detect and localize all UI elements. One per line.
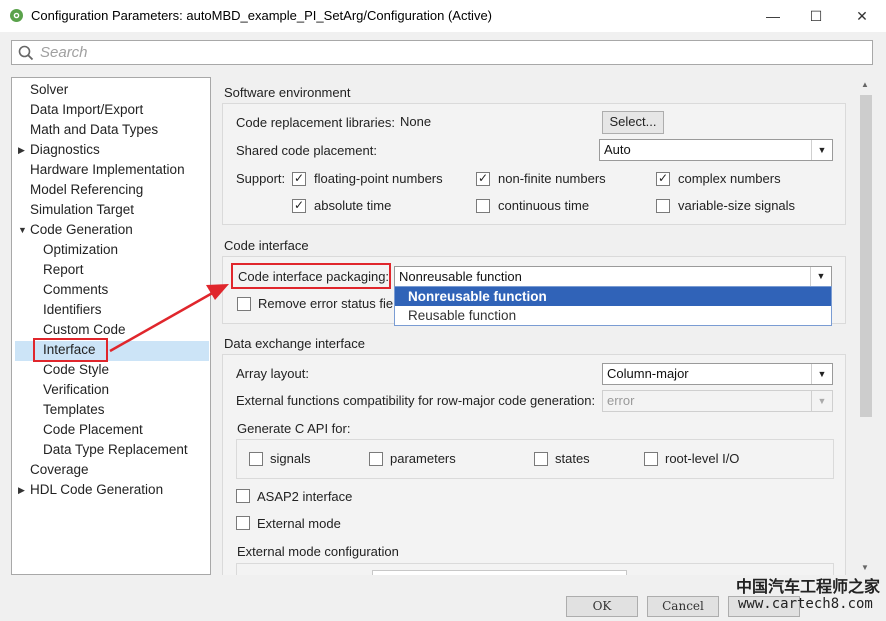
gear-cog-icon <box>10 9 23 22</box>
section-title-code-interface: Code interface <box>224 238 309 253</box>
expand-arrow-right-icon[interactable]: ▶ <box>18 145 28 156</box>
tree-item-hardware-implementation[interactable]: Hardware Implementation <box>30 160 185 180</box>
c-api-label: Generate C API for: <box>237 421 351 436</box>
support-checkbox-label: absolute time <box>314 198 392 213</box>
shared-code-value: Auto <box>604 142 631 157</box>
search-input[interactable]: Search <box>11 40 873 65</box>
expand-arrow-right-icon[interactable]: ▶ <box>18 485 28 496</box>
support-checkbox[interactable] <box>656 199 670 213</box>
c-api-checkbox-label: signals <box>270 451 311 466</box>
chevron-down-icon: ▼ <box>811 140 832 160</box>
tree-item-code-generation[interactable]: Code Generation <box>30 220 133 240</box>
support-checkbox-label: non-finite numbers <box>498 171 606 186</box>
annotation-box-packaging <box>231 263 391 289</box>
c-api-checkbox-label: states <box>555 451 590 466</box>
array-layout-select[interactable]: Column-major ▼ <box>602 363 833 385</box>
tree-item-data-import-export[interactable]: Data Import/Export <box>30 100 143 120</box>
tree-item-code-placement[interactable]: Code Placement <box>43 420 143 440</box>
asap2-checkbox[interactable] <box>236 489 250 503</box>
c-api-checkbox[interactable] <box>644 452 658 466</box>
support-checkbox-label: variable-size signals <box>678 198 796 213</box>
c-api-checkbox[interactable] <box>249 452 263 466</box>
support-checkbox[interactable]: ✓ <box>656 172 670 186</box>
chevron-down-icon: ▼ <box>811 391 832 411</box>
minimize-icon[interactable]: — <box>750 0 796 32</box>
cancel-button[interactable]: Cancel <box>647 596 719 617</box>
code-interface-packaging-select[interactable]: Nonreusable function ▼ <box>394 266 832 287</box>
dropdown-option-nonreusable[interactable]: Nonreusable function <box>395 287 831 306</box>
tree-item-math-and-data-types[interactable]: Math and Data Types <box>30 120 158 140</box>
remove-error-status-checkbox[interactable] <box>237 297 251 311</box>
settings-tree[interactable]: Solver Data Import/Export Math and Data Ty… <box>11 77 211 575</box>
dropdown-option-reusable[interactable]: Reusable function <box>395 306 831 325</box>
packaging-value: Nonreusable function <box>399 269 522 284</box>
scroll-up-icon[interactable]: ▲ <box>861 80 869 89</box>
shared-code-label: Shared code placement: <box>236 143 377 158</box>
ext-compat-value: error <box>607 393 635 408</box>
support-checkbox[interactable]: ✓ <box>476 172 490 186</box>
chevron-down-icon: ▼ <box>810 267 831 286</box>
array-layout-value: Column-major <box>607 366 689 381</box>
support-checkbox[interactable]: ✓ <box>292 172 306 186</box>
support-checkbox-label: complex numbers <box>678 171 781 186</box>
tree-item-diagnostics[interactable]: Diagnostics <box>30 140 100 160</box>
support-checkbox-label: continuous time <box>498 198 590 213</box>
remove-error-status-label: Remove error status fie <box>258 296 394 311</box>
crl-label: Code replacement libraries: <box>236 115 395 130</box>
tree-item-comments[interactable]: Comments <box>43 280 108 300</box>
expand-arrow-down-icon[interactable]: ▼ <box>18 225 28 235</box>
watermark-text: 中国汽车工程师之家 <box>736 577 881 596</box>
tree-item-identifiers[interactable]: Identifiers <box>43 300 102 320</box>
external-mode-label: External mode <box>257 516 341 531</box>
title-bar[interactable]: Configuration Parameters: autoMBD_exampl… <box>0 0 886 32</box>
tree-item-custom-code[interactable]: Custom Code <box>43 320 126 340</box>
external-mode-checkbox[interactable] <box>236 516 250 530</box>
tree-item-model-referencing[interactable]: Model Referencing <box>30 180 143 200</box>
tree-item-report[interactable]: Report <box>43 260 84 280</box>
tree-item-optimization[interactable]: Optimization <box>43 240 118 260</box>
c-api-checkbox[interactable] <box>369 452 383 466</box>
tree-item-verification[interactable]: Verification <box>43 380 109 400</box>
scroll-down-icon[interactable]: ▼ <box>861 563 869 572</box>
tree-item-data-type-replacement[interactable]: Data Type Replacement <box>43 440 188 460</box>
support-checkbox[interactable] <box>476 199 490 213</box>
annotation-box-interface <box>33 338 108 362</box>
ext-mode-config-label: External mode configuration <box>237 544 399 559</box>
support-checkbox[interactable]: ✓ <box>292 199 306 213</box>
crl-value: None <box>400 114 432 129</box>
tree-item-hdl-code-generation[interactable]: HDL Code Generation <box>30 480 163 500</box>
tree-item-solver[interactable]: Solver <box>30 80 68 100</box>
chevron-down-icon: ▼ <box>811 364 832 384</box>
ok-button[interactable]: OK <box>566 596 638 617</box>
close-icon[interactable]: ✕ <box>839 0 885 32</box>
tree-item-templates[interactable]: Templates <box>43 400 105 420</box>
support-checkbox-label: floating-point numbers <box>314 171 443 186</box>
packaging-dropdown-list[interactable]: Nonreusable function Reusable function <box>394 286 832 326</box>
watermark-url: www.cartech8.com <box>738 596 873 612</box>
select-button[interactable]: Select... <box>602 111 664 134</box>
window-title: Configuration Parameters: autoMBD_exampl… <box>31 8 493 23</box>
ext-compat-select[interactable]: error ▼ <box>602 390 833 412</box>
settings-pane: Software environment Code replacement li… <box>222 77 850 575</box>
scroll-thumb[interactable] <box>860 95 872 417</box>
watermark: 中国汽车工程师之家 <box>736 573 880 597</box>
maximize-icon[interactable]: ☐ <box>793 0 839 32</box>
search-placeholder: Search <box>40 44 88 61</box>
search-icon <box>18 45 34 61</box>
tree-item-coverage[interactable]: Coverage <box>30 460 89 480</box>
support-label: Support: <box>236 171 286 186</box>
asap2-label: ASAP2 interface <box>257 489 353 504</box>
section-title-software-environment: Software environment <box>224 85 351 100</box>
ext-compat-label: External functions compatibility for row… <box>236 393 596 408</box>
c-api-checkbox[interactable] <box>534 452 548 466</box>
shared-code-placement-select[interactable]: Auto ▼ <box>599 139 833 161</box>
c-api-checkbox-label: parameters <box>390 451 456 466</box>
section-title-data-exchange: Data exchange interface <box>224 336 365 351</box>
array-layout-label: Array layout: <box>236 366 309 381</box>
tree-item-simulation-target[interactable]: Simulation Target <box>30 200 134 220</box>
c-api-checkbox-label: root-level I/O <box>665 451 740 466</box>
ext-mode-config-field[interactable] <box>372 570 627 575</box>
tree-item-code-style[interactable]: Code Style <box>43 360 109 380</box>
